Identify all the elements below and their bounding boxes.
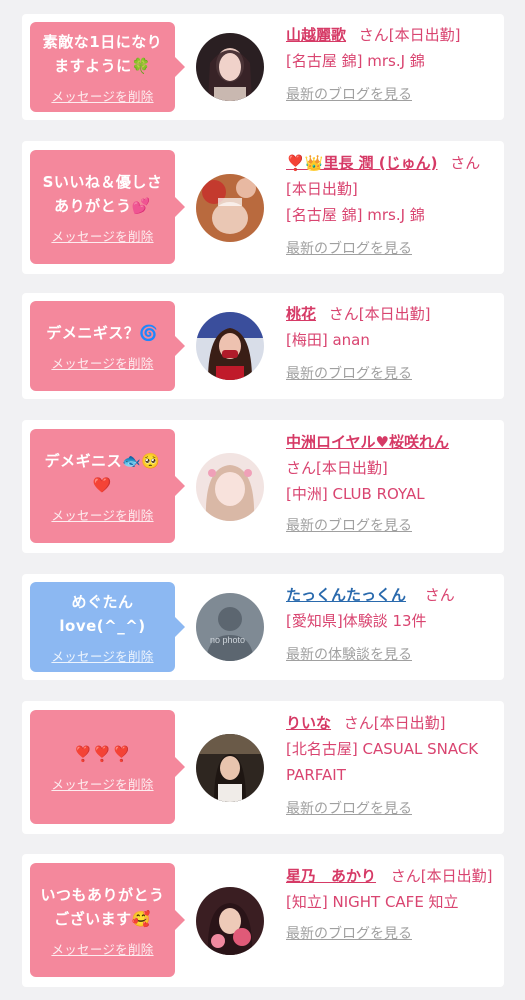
latest-blog-link[interactable]: 最新のブログを見る (286, 796, 498, 822)
profile-name-link[interactable]: りいな (286, 714, 331, 732)
profile-info: 山越麗歌 さん[本日出勤] [名古屋 錦] mrs.J 錦 最新のブログを見る (286, 22, 498, 108)
latest-blog-link[interactable]: 最新のブログを見る (286, 236, 498, 262)
message-text: めぐたん love(^_^) (59, 592, 146, 635)
delete-message-link[interactable]: メッセージを削除 (51, 646, 153, 665)
latest-blog-link[interactable]: 最新のブログを見る (286, 82, 498, 108)
latest-blog-link[interactable]: 最新のブログを見る (286, 513, 498, 539)
store-text: [名古屋 錦] mrs.J 錦 (286, 206, 425, 224)
avatar[interactable]: no photo (196, 593, 264, 661)
avatar-photo (196, 453, 264, 521)
message-card: デメギニス🐟🥺 ❤️ メッセージを削除 中洲ロイヤル♥桜咲れん さん[本日出勤]… (22, 420, 504, 553)
avatar[interactable] (196, 734, 264, 802)
store-text: [中洲] CLUB ROYAL (286, 485, 425, 503)
store-text: [愛知県]体験談 13件 (286, 612, 427, 630)
message-text: Sいいね＆優しさ ありがとう💕 (42, 172, 163, 215)
profile-name-link[interactable]: 山越麗歌 (286, 26, 346, 44)
store-text: [知立] NIGHT CAFE 知立 (286, 893, 459, 911)
delete-message-link[interactable]: メッセージを削除 (51, 939, 153, 958)
message-text: ❣️❣️❣️ (73, 744, 132, 763)
status-text: さん (424, 586, 455, 604)
message-bubble: ❣️❣️❣️ メッセージを削除 (30, 710, 185, 824)
message-bubble: 素敵な1日になり ますように🍀 メッセージを削除 (30, 22, 185, 112)
avatar[interactable] (196, 33, 264, 101)
avatar-photo (196, 174, 264, 242)
message-card: デメニギス？🌀 メッセージを削除 桃花 さん[本日出勤] [梅田] anan 最… (22, 293, 504, 399)
latest-blog-link[interactable]: 最新のブログを見る (286, 921, 498, 947)
profile-info: ❣️👑里長 潤 (じゅん) さん[本日出勤] [名古屋 錦] mrs.J 錦 最… (286, 150, 498, 262)
avatar-photo (196, 887, 264, 955)
message-card: ❣️❣️❣️ メッセージを削除 りいな さん[本日出勤] [北名古屋] CASU… (22, 701, 504, 834)
message-text: デメニギス？🌀 (46, 323, 159, 342)
profile-name-link[interactable]: ❣️👑里長 潤 (じゅん) (286, 154, 438, 172)
message-bubble: Sいいね＆優しさ ありがとう💕 メッセージを削除 (30, 150, 185, 264)
profile-name-link[interactable]: 桃花 (286, 305, 316, 323)
delete-message-link[interactable]: メッセージを削除 (51, 226, 153, 245)
avatar-photo (196, 734, 264, 802)
profile-info: 桃花 さん[本日出勤] [梅田] anan 最新のブログを見る (286, 301, 498, 387)
avatar[interactable] (196, 453, 264, 521)
status-text: さん[本日出勤] (286, 459, 388, 477)
status-text: さん[本日出勤] (390, 867, 493, 885)
message-text: 素敵な1日になり ますように🍀 (42, 32, 163, 75)
store-text: [梅田] anan (286, 331, 370, 349)
avatar[interactable] (196, 312, 264, 380)
delete-message-link[interactable]: メッセージを削除 (51, 353, 153, 372)
message-text: いつもありがとう ございます🥰 (40, 885, 165, 928)
status-text: さん[本日出勤] (358, 26, 461, 44)
avatar-photo: no photo (196, 593, 264, 661)
profile-name-link[interactable]: 星乃 あかり (286, 867, 376, 885)
message-text: デメギニス🐟🥺 ❤️ (44, 451, 161, 494)
latest-review-link[interactable]: 最新の体験談を見る (286, 642, 498, 668)
message-card: Sいいね＆優しさ ありがとう💕 メッセージを削除 ❣️👑里長 潤 (じゅん) さ… (22, 141, 504, 274)
status-text: さん[本日出勤] (343, 714, 446, 732)
no-photo-label: no photo (210, 635, 245, 645)
delete-message-link[interactable]: メッセージを削除 (51, 86, 153, 105)
message-card: いつもありがとう ございます🥰 メッセージを削除 星乃 あかり さん[本日出勤]… (22, 854, 504, 987)
profile-name-link[interactable]: 中洲ロイヤル♥桜咲れん (286, 433, 449, 451)
profile-info: たっくんたっくん さん [愛知県]体験談 13件 最新の体験談を見る (286, 582, 498, 668)
message-bubble: デメギニス🐟🥺 ❤️ メッセージを削除 (30, 429, 185, 543)
avatar[interactable] (196, 887, 264, 955)
delete-message-link[interactable]: メッセージを削除 (51, 774, 153, 793)
message-card: めぐたん love(^_^) メッセージを削除 no photo たっくんたっく… (22, 574, 504, 680)
store-text: [北名古屋] CASUAL SNACK PARFAIT (286, 740, 479, 784)
profile-info: りいな さん[本日出勤] [北名古屋] CASUAL SNACK PARFAIT… (286, 710, 498, 822)
profile-info: 中洲ロイヤル♥桜咲れん さん[本日出勤] [中洲] CLUB ROYAL 最新の… (286, 429, 498, 539)
avatar[interactable] (196, 174, 264, 242)
message-bubble: いつもありがとう ございます🥰 メッセージを削除 (30, 863, 185, 977)
message-bubble: めぐたん love(^_^) メッセージを削除 (30, 582, 185, 672)
avatar-photo (196, 33, 264, 101)
profile-info: 星乃 あかり さん[本日出勤] [知立] NIGHT CAFE 知立 最新のブロ… (286, 863, 498, 947)
store-text: [名古屋 錦] mrs.J 錦 (286, 52, 425, 70)
delete-message-link[interactable]: メッセージを削除 (51, 505, 153, 524)
latest-blog-link[interactable]: 最新のブログを見る (286, 361, 498, 387)
avatar-photo (196, 312, 264, 380)
message-bubble: デメニギス？🌀 メッセージを削除 (30, 301, 185, 391)
message-card: 素敵な1日になり ますように🍀 メッセージを削除 山越麗歌 さん[本日出勤] [… (22, 14, 504, 120)
profile-name-link[interactable]: たっくんたっくん (286, 586, 406, 604)
status-text: さん[本日出勤] (328, 305, 431, 323)
